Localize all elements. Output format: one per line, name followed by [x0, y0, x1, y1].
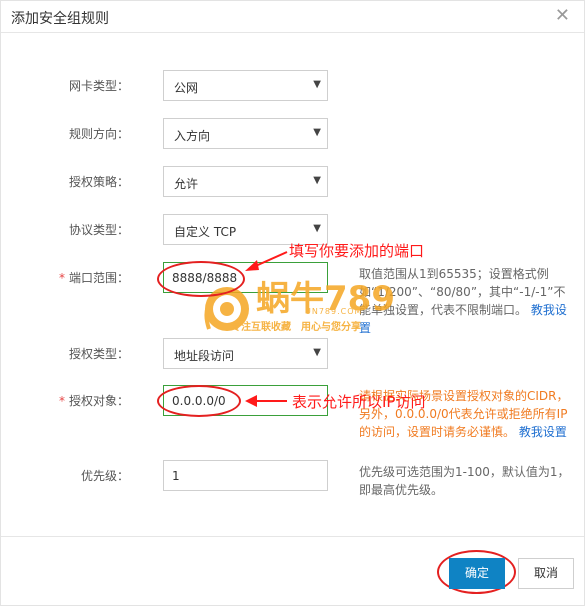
cancel-button[interactable]: 取消: [518, 558, 574, 589]
auth-object-label-text: 授权对象：: [68, 394, 129, 408]
auth-type-value: 地址段访问: [174, 349, 235, 363]
required-mark: *: [58, 271, 65, 285]
required-mark: *: [58, 394, 65, 408]
policy-select[interactable]: 允许 ▼: [163, 166, 328, 197]
priority-input[interactable]: 1: [163, 460, 328, 491]
chevron-down-icon: ▼: [313, 79, 321, 90]
auth-type-select[interactable]: 地址段访问 ▼: [163, 338, 328, 369]
auth-object-help-link[interactable]: 教我设置: [519, 425, 567, 439]
chevron-down-icon: ▼: [313, 347, 321, 358]
policy-value: 允许: [174, 177, 199, 191]
policy-label: 授权策略：: [68, 175, 129, 189]
port-annotation-ellipse: [157, 261, 245, 297]
priority-help-text: 优先级可选范围为1-100，默认值为1，即最高优先级。: [359, 465, 570, 497]
port-annotation-text: 填写你要添加的端口: [289, 242, 425, 260]
auth-object-label: * 授权对象：: [59, 392, 129, 409]
priority-help: 优先级可选范围为1-100，默认值为1，即最高优先级。: [359, 463, 573, 499]
chevron-down-icon: ▼: [313, 175, 321, 186]
port-annotation-arrow: [245, 251, 288, 271]
ok-button[interactable]: 确定: [449, 558, 505, 589]
nic-type-value: 公网: [174, 81, 199, 95]
direction-label: 规则方向：: [68, 127, 129, 141]
chevron-down-icon: ▼: [313, 223, 321, 234]
port-range-label: * 端口范围：: [59, 269, 129, 286]
close-icon[interactable]: ✕: [555, 6, 570, 26]
nic-type-select[interactable]: 公网 ▼: [163, 70, 328, 101]
watermark-url: UN789.COM: [305, 307, 363, 316]
nic-type-label: 网卡类型：: [68, 79, 129, 93]
dialog-header: 添加安全组规则 ✕: [1, 1, 584, 33]
ip-annotation-text: 表示允许所以IP访问: [292, 393, 426, 411]
direction-select[interactable]: 入方向 ▼: [163, 118, 328, 149]
protocol-value: 自定义 TCP: [174, 225, 237, 239]
priority-label: 优先级：: [80, 469, 129, 483]
chevron-down-icon: ▼: [313, 127, 321, 138]
add-security-group-rule-dialog: 添加安全组规则 ✕ 网卡类型： 公网 ▼ 规则方向： 入方向 ▼ 授权策略： 允…: [0, 0, 585, 606]
ip-annotation-ellipse: [157, 385, 241, 417]
priority-value: 1: [172, 469, 180, 483]
ip-annotation-arrow: [245, 395, 287, 407]
watermark-slogan: 专注互联收藏 用心与您分享: [231, 322, 361, 333]
dialog-title: 添加安全组规则: [11, 11, 109, 27]
direction-value: 入方向: [174, 129, 211, 143]
port-range-label-text: 端口范围：: [68, 271, 129, 285]
protocol-label: 协议类型：: [68, 223, 129, 237]
auth-type-label: 授权类型：: [68, 347, 129, 361]
